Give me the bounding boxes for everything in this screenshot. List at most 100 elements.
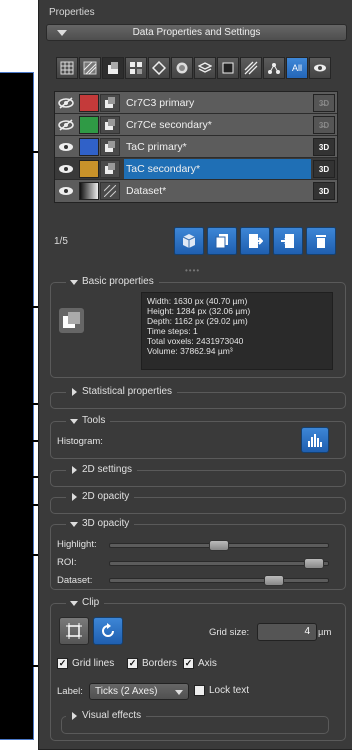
panel-title: Properties <box>49 7 95 18</box>
surface-icon <box>100 137 120 156</box>
grid-size-input[interactable]: 4 <box>257 623 317 641</box>
height-info: Height: 1284 px (32.06 µm) <box>147 306 251 316</box>
width-info: Width: 1630 px (40.70 µm) <box>147 296 248 306</box>
callout-f: F <box>3 494 15 513</box>
list-item[interactable]: TaC primary* 3D <box>55 136 337 158</box>
callout-e: E <box>3 466 15 485</box>
eye-hidden-icon[interactable] <box>55 114 77 136</box>
action-buttons <box>174 227 336 255</box>
2d-settings-group: 2D settings <box>50 464 346 487</box>
collapse-arrow-icon <box>70 522 78 527</box>
list-item-selected[interactable]: TaC secondary* 3D <box>55 158 337 180</box>
histogram-icon[interactable] <box>301 427 329 453</box>
list-item[interactable]: Cr7Ce secondary* 3̶D <box>55 114 337 136</box>
statistical-properties-group: Statistical properties <box>50 386 346 409</box>
basic-properties-group: Basic properties Width: 1630 px (40.70 µ… <box>50 276 346 378</box>
slider-handle[interactable] <box>304 558 324 569</box>
collapse-arrow-icon <box>70 419 78 424</box>
label-select[interactable]: Ticks (2 Axes) <box>89 683 189 700</box>
visual-effects-group: Visual effects <box>61 710 329 734</box>
slider-handle[interactable] <box>209 540 229 551</box>
reset-icon[interactable] <box>93 617 123 645</box>
statistical-properties-header[interactable]: Statistical properties <box>66 386 178 397</box>
clip-box-icon[interactable] <box>59 617 89 645</box>
blocks-icon[interactable] <box>125 57 147 79</box>
sphere-icon[interactable] <box>171 57 193 79</box>
3d-opacity-header[interactable]: 3D opacity <box>66 518 135 529</box>
roi-slider[interactable] <box>109 558 329 569</box>
check-icon: ✓ <box>127 658 138 669</box>
expand-arrow-icon <box>72 388 77 396</box>
grid-size-unit: µm <box>318 627 332 638</box>
highlight-slider[interactable] <box>109 540 329 551</box>
line-icon[interactable] <box>240 57 262 79</box>
histogram-label: Histogram: <box>57 436 103 447</box>
color-swatch[interactable] <box>79 115 99 134</box>
color-swatch[interactable] <box>79 159 99 178</box>
page-counter: 1/5 <box>54 236 68 247</box>
grid-view-icon[interactable] <box>56 57 78 79</box>
basic-properties-header[interactable]: Basic properties <box>66 276 159 287</box>
hatch-icon[interactable] <box>79 57 101 79</box>
callout-g: G <box>2 544 16 563</box>
dataset-opacity-slider[interactable] <box>109 575 329 586</box>
total-voxels-info: Total voxels: 2431973040 <box>147 336 244 346</box>
import-icon[interactable] <box>273 227 303 255</box>
surface-icon[interactable] <box>102 57 124 79</box>
cube-icon[interactable] <box>174 227 204 255</box>
clip-header[interactable]: Clip <box>66 597 105 608</box>
expand-arrow-icon <box>70 280 78 285</box>
color-swatch[interactable] <box>79 93 99 112</box>
surface-icon <box>100 93 120 112</box>
color-swatch[interactable] <box>79 137 99 156</box>
duplicate-icon[interactable] <box>207 227 237 255</box>
list-item[interactable]: Cr7C3 primary 3̶D <box>55 92 337 114</box>
dataset-thumbnail-icon <box>59 308 84 333</box>
callout-h: H <box>2 655 16 674</box>
list-item[interactable]: Dataset* 3D <box>55 180 337 202</box>
highlight-label: Highlight: <box>57 539 97 550</box>
delete-icon[interactable] <box>306 227 336 255</box>
slider-handle[interactable] <box>264 575 284 586</box>
gradient-swatch[interactable] <box>79 182 99 200</box>
eye-hidden-icon[interactable] <box>55 92 77 114</box>
visual-effects-header[interactable]: Visual effects <box>66 710 147 721</box>
eye-icon[interactable] <box>55 180 77 202</box>
dataset-icon <box>100 182 120 200</box>
diamond-icon[interactable] <box>148 57 170 79</box>
callout-c: C <box>2 393 16 412</box>
3d-badge[interactable]: 3D <box>313 138 335 156</box>
2d-opacity-group: 2D opacity <box>50 491 346 514</box>
eye-icon[interactable] <box>55 136 77 158</box>
eye-icon[interactable] <box>55 158 77 180</box>
3d-badge[interactable]: 3D <box>313 182 335 200</box>
tools-header[interactable]: Tools <box>66 415 111 426</box>
callout-a: A <box>3 141 15 160</box>
lock-text-checkbox[interactable]: Lock text <box>194 685 249 696</box>
3d-off-icon[interactable]: 3̶D <box>313 116 335 134</box>
item-name: Dataset* <box>126 185 167 197</box>
axis-checkbox[interactable]: ✓ Axis <box>183 658 217 669</box>
data-properties-header[interactable]: Data Properties and Settings <box>46 24 347 41</box>
collapse-arrow-icon <box>70 601 78 606</box>
graph-icon[interactable] <box>263 57 285 79</box>
eye-icon[interactable] <box>309 57 331 79</box>
borders-checkbox[interactable]: ✓ Borders <box>127 658 177 669</box>
2d-opacity-header[interactable]: 2D opacity <box>66 491 135 502</box>
crop-icon[interactable] <box>217 57 239 79</box>
expand-arrow-icon <box>72 493 77 501</box>
export-icon[interactable] <box>240 227 270 255</box>
chevron-down-icon <box>175 690 183 695</box>
surface-icon <box>100 159 120 178</box>
callout-d: D <box>2 430 16 449</box>
item-name: Cr7Ce secondary* <box>126 118 212 131</box>
gridlines-checkbox[interactable]: ✓ Grid lines <box>57 658 114 669</box>
surface-icon <box>100 115 120 134</box>
layers-icon[interactable] <box>194 57 216 79</box>
all-filter-button[interactable]: All <box>286 57 308 79</box>
resize-grip[interactable]: •••• <box>185 266 200 275</box>
3d-badge[interactable]: 3D <box>313 160 335 178</box>
3d-off-icon[interactable]: 3̶D <box>313 94 335 112</box>
2d-settings-header[interactable]: 2D settings <box>66 464 138 475</box>
3d-opacity-group: 3D opacity Highlight: ROI: Dataset: <box>50 518 346 590</box>
